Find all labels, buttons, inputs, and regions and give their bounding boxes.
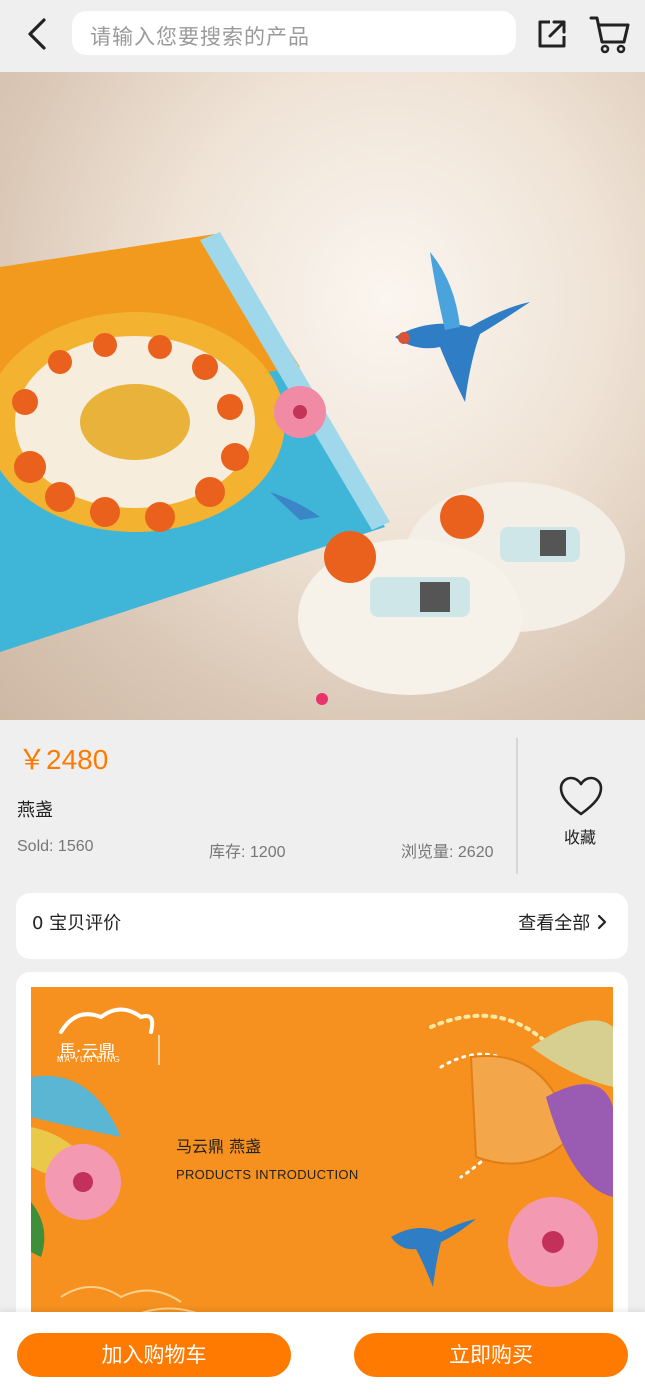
divider — [516, 738, 518, 874]
carousel-indicator-active[interactable] — [316, 693, 328, 705]
product-image-carousel[interactable] — [0, 72, 645, 720]
product-detail-card: 馬·云鼎 MA YUN DING 马云鼎 燕盏 PRODUCTS INTRODU… — [16, 972, 628, 1352]
review-count: 0 宝贝评价 — [32, 913, 122, 934]
bottom-action-bar: 加入购物车 立即购买 — [0, 1312, 645, 1398]
sold-count: Sold: 1560 — [17, 838, 94, 855]
view-all-label: 查看全部 — [518, 913, 591, 934]
buy-now-button[interactable]: 立即购买 — [354, 1333, 628, 1377]
view-count: 浏览量: 2620 — [401, 844, 494, 861]
banner-artwork — [31, 1007, 613, 1320]
back-icon[interactable] — [18, 14, 58, 54]
favorite-label[interactable]: 收藏 — [564, 824, 596, 848]
search-input[interactable]: 请输入您要搜索的产品 — [72, 11, 516, 55]
product-intro-banner: 馬·云鼎 MA YUN DING 马云鼎 燕盏 PRODUCTS INTRODU… — [31, 987, 613, 1337]
product-info: ￥2480 燕盏 Sold: 1560 库存: 1200 浏览量: 2620 收… — [0, 720, 645, 878]
cart-icon[interactable] — [588, 12, 632, 56]
brand-logo-sub: MA YUN DING — [57, 1055, 121, 1064]
share-icon[interactable] — [532, 14, 572, 54]
banner-title: 马云鼎 燕盏 — [176, 1137, 262, 1156]
heart-icon[interactable] — [556, 772, 606, 822]
search-placeholder: 请输入您要搜索的产品 — [90, 25, 310, 49]
stock-count: 库存: 1200 — [209, 844, 286, 861]
add-to-cart-button[interactable]: 加入购物车 — [17, 1333, 291, 1377]
view-all-reviews-link[interactable]: 查看全部 — [518, 909, 608, 935]
reviews-row[interactable]: 0 宝贝评价 查看全部 — [16, 893, 628, 959]
price-label: ￥2480 — [18, 744, 109, 775]
product-name: 燕盏 — [17, 800, 53, 821]
product-photo — [0, 232, 625, 695]
top-bar: 请输入您要搜索的产品 — [0, 0, 645, 72]
banner-subtitle: PRODUCTS INTRODUCTION — [176, 1167, 359, 1182]
chevron-right-icon — [596, 913, 608, 934]
